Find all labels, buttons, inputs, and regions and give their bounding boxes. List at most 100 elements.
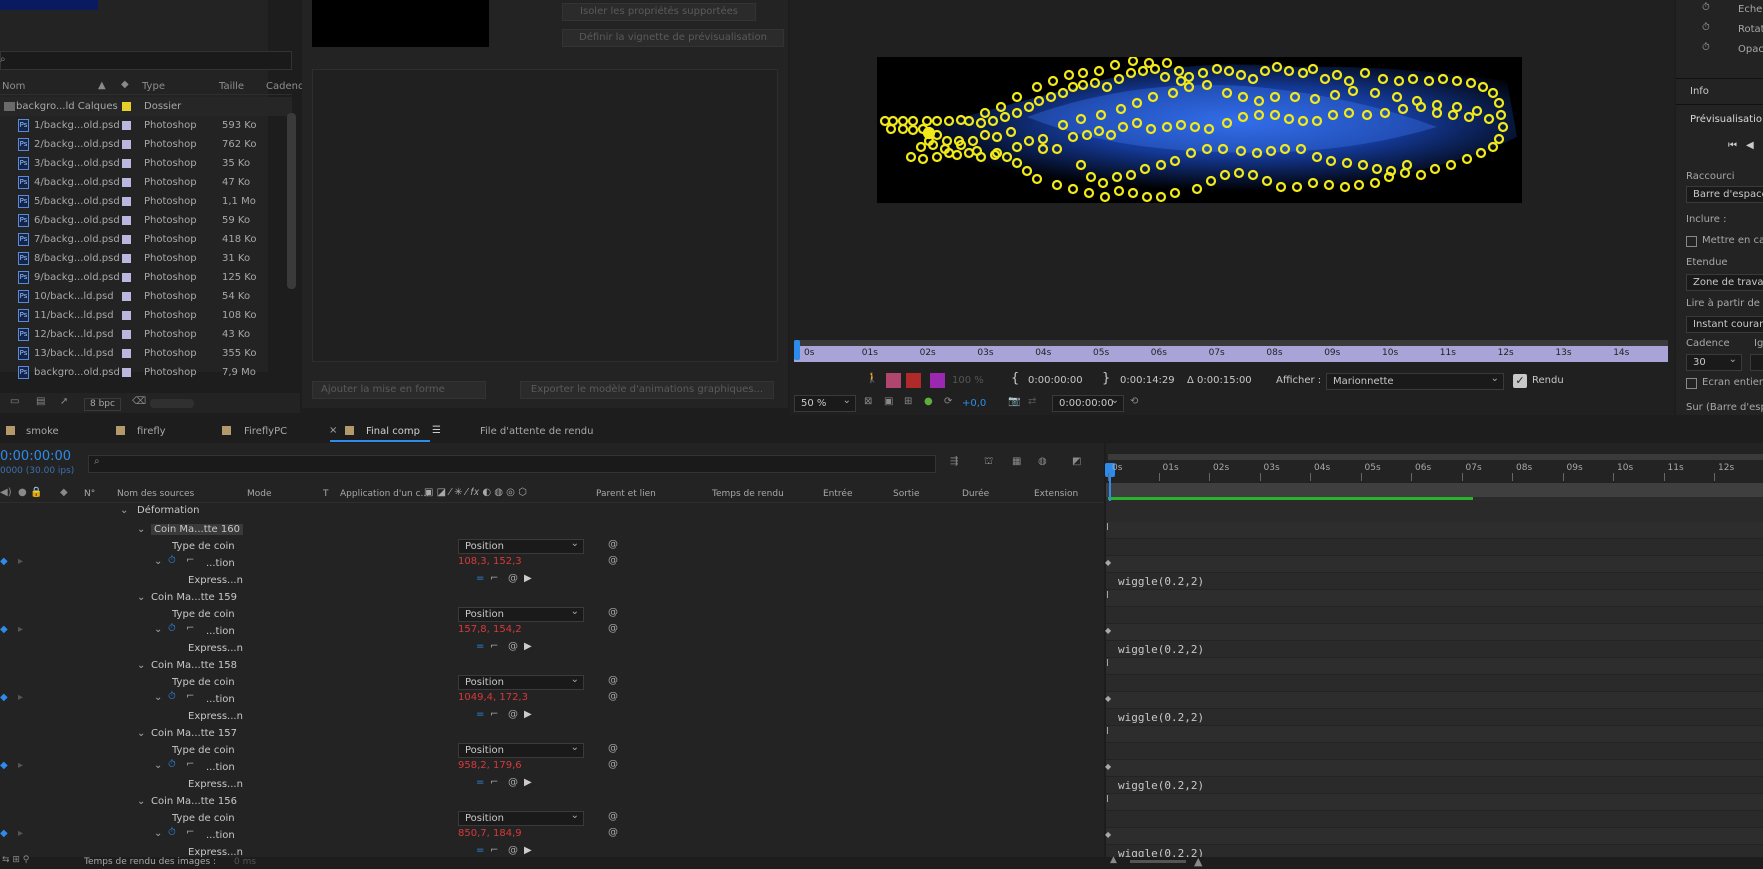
stopwatch-icon[interactable]: ⏱ [168, 623, 176, 634]
keyframe-diamond[interactable]: ◆ [1105, 626, 1111, 635]
tab-smoke[interactable]: smoke [26, 426, 59, 437]
audio-icon[interactable]: ◀) [0, 487, 12, 498]
twirl-icon[interactable]: ⌄ [137, 660, 145, 671]
project-item[interactable]: Ps 13/back...ld.psd Photoshop 355 Ko [0, 344, 288, 363]
fps-skip-box[interactable] [1750, 354, 1763, 371]
play-icon[interactable]: ▶ [524, 573, 532, 584]
shortcut-dropdown[interactable]: Barre d'espace [1686, 184, 1763, 203]
col-size[interactable]: Taille [219, 81, 244, 92]
keyframe-bracket[interactable]: I [1106, 522, 1109, 533]
tab-final-comp[interactable]: Final comp [330, 424, 430, 442]
snapshot-icon[interactable]: ⇄ [1028, 396, 1036, 407]
col-render-time[interactable]: Temps de rendu [712, 489, 784, 499]
col-mode[interactable]: Mode [247, 489, 272, 499]
keyframe-nav-icon[interactable]: ◆ [0, 760, 8, 771]
twirl-icon[interactable]: ⌄ [137, 728, 145, 739]
info-tab[interactable]: Info [1690, 86, 1709, 97]
first-frame-icon[interactable]: ⏮ [1728, 140, 1737, 151]
matte-name[interactable]: Coin Ma...tte 156 [151, 796, 237, 807]
play-icon[interactable]: ▶ [524, 709, 532, 720]
deformation-twirl[interactable]: ⌄ [120, 505, 128, 516]
tab-firefly[interactable]: firefly [137, 426, 166, 437]
puppet-icon[interactable]: 🚶 [866, 373, 878, 384]
pickwhip-icon[interactable]: @ [508, 777, 518, 788]
fit-icon[interactable]: ⊠ [864, 396, 872, 407]
pickwhip-icon[interactable]: @ [608, 675, 618, 686]
twirl-icon[interactable]: ⌄ [137, 524, 145, 535]
timeline-link-icon[interactable]: ⟲ [1130, 396, 1138, 407]
in-brace-icon[interactable]: { [1011, 371, 1019, 386]
expression-enable-icon[interactable]: = [476, 845, 484, 856]
grid-icon[interactable]: ⊞ [904, 396, 912, 407]
keyframe-nav-icon[interactable]: ◆ [0, 624, 8, 635]
puppet-on-icon[interactable] [886, 373, 901, 388]
pickwhip-icon[interactable]: @ [608, 691, 618, 702]
matte-name[interactable]: Coin Ma...tte 159 [151, 592, 237, 603]
pickwhip-icon[interactable]: @ [508, 709, 518, 720]
render-icon[interactable]: ⇆ ⊞ ⚲ [2, 855, 29, 865]
project-item[interactable]: Ps 1/backg...old.psd Photoshop 593 Ko [0, 116, 288, 135]
prev-frame-icon[interactable]: ◀ [1746, 140, 1754, 151]
project-scrollbar[interactable] [287, 113, 296, 289]
tab-menu-icon[interactable]: ☰ [432, 425, 441, 436]
corner-type-dropdown[interactable]: Position [458, 605, 584, 622]
twirl-icon[interactable]: ⌄ [154, 760, 162, 771]
fps-dropdown[interactable]: 30 [1686, 352, 1742, 371]
matte-name[interactable]: Coin Ma...tte 160 [151, 524, 243, 535]
col-in[interactable]: Entrée [823, 489, 853, 499]
channels-icon[interactable]: ● [924, 396, 933, 407]
expression-text[interactable]: wiggle(0.2,2) [1118, 779, 1204, 792]
puppet-off-icon[interactable] [906, 373, 921, 388]
corner-type-dropdown[interactable]: Position [458, 537, 584, 554]
current-timecode[interactable]: 0:00:00:00 [0, 449, 71, 464]
cache-checkbox[interactable] [1686, 236, 1697, 247]
col-t[interactable]: T [323, 489, 329, 499]
pickwhip-icon[interactable]: @ [508, 845, 518, 856]
stopwatch-icon[interactable]: ⏱ [168, 759, 176, 770]
zoom-out-icon[interactable]: ▲ [1110, 855, 1117, 865]
keyframe-nav-icon[interactable]: ◆ [0, 692, 8, 703]
percent-value[interactable]: 100 % [952, 375, 984, 386]
project-folder-row[interactable]: backgro...ld Calques Dossier [0, 97, 292, 116]
graph-icon[interactable]: ⌐ [186, 759, 194, 770]
project-item[interactable]: Ps 7/backg...old.psd Photoshop 418 Ko [0, 230, 288, 249]
tag-icon[interactable]: ◆ [121, 79, 129, 90]
export-button[interactable]: Exporter le modèle d'animations graphiqu… [520, 381, 774, 399]
graph-icon[interactable]: ⌐ [186, 827, 194, 838]
new-comp-icon[interactable]: ▤ [36, 396, 45, 407]
graph-icon[interactable]: ⌐ [490, 573, 498, 584]
stopwatch-icon[interactable]: ⏱ [1702, 2, 1710, 13]
graph-editor-icon[interactable]: ◩ [1072, 456, 1081, 467]
col-app[interactable]: Application d'un c... [340, 489, 429, 499]
keyframe-bracket[interactable]: I [1106, 794, 1109, 805]
expression-text[interactable]: wiggle(0.2,2) [1118, 575, 1204, 588]
thumbnail-button[interactable]: Définir la vignette de prévisualisation [562, 29, 784, 47]
stopwatch-icon[interactable]: ⏱ [168, 827, 176, 838]
expression-text[interactable]: wiggle(0.2,2) [1118, 711, 1204, 724]
keyframe-diamond[interactable]: ◆ [1105, 762, 1111, 771]
time-in[interactable]: 0:00:00:00 [1028, 375, 1083, 386]
show-dropdown[interactable]: Marionnette [1326, 371, 1504, 390]
tab-render-queue[interactable]: File d'attente de rendu [480, 426, 593, 437]
pickwhip-icon[interactable]: @ [608, 743, 618, 754]
pickwhip-icon[interactable]: @ [508, 573, 518, 584]
fullscreen-checkbox[interactable] [1686, 378, 1697, 389]
expression-enable-icon[interactable]: = [476, 641, 484, 652]
comp-canvas[interactable] [877, 57, 1522, 203]
corner-type-dropdown[interactable]: Position [458, 809, 584, 826]
keyframe-nav-next[interactable]: ▸ [18, 828, 23, 839]
twirl-icon[interactable]: ⌄ [154, 624, 162, 635]
pickwhip-icon[interactable]: @ [608, 827, 618, 838]
position-value[interactable]: 157,8, 154,2 [458, 624, 522, 635]
project-item[interactable]: Ps 12/back...ld.psd Photoshop 43 Ko [0, 325, 288, 344]
project-search-input[interactable] [0, 51, 292, 70]
project-item[interactable]: Ps backgro...old.psd Photoshop 7,9 Mo [0, 363, 288, 382]
play-from-dropdown[interactable]: Instant courant [1686, 314, 1763, 333]
pickwhip-icon[interactable]: @ [608, 607, 618, 618]
keyframe-nav-next[interactable]: ▸ [18, 624, 23, 635]
folder-icon[interactable]: ▭ [10, 396, 19, 407]
pickwhip-icon[interactable]: @ [608, 555, 618, 566]
project-item[interactable]: Ps 9/backg...old.psd Photoshop 125 Ko [0, 268, 288, 287]
expression-enable-icon[interactable]: = [476, 709, 484, 720]
keyframe-diamond[interactable]: ◆ [1105, 830, 1111, 839]
